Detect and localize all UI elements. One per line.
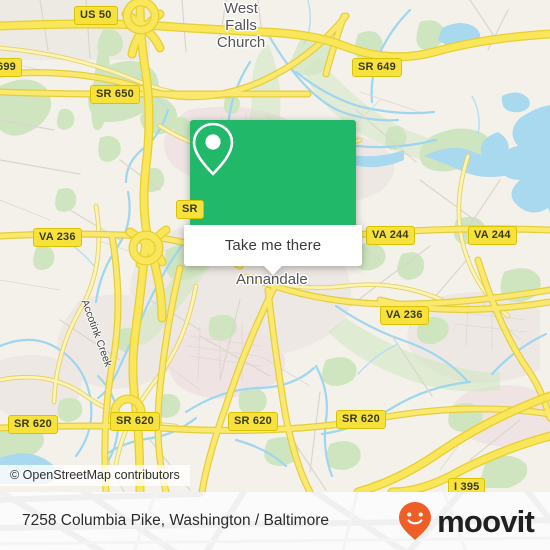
- card-header: [190, 120, 356, 225]
- shield-va-244-east[interactable]: VA 244: [468, 226, 517, 245]
- city-label-west-falls-church: West Falls Church: [216, 0, 266, 51]
- moovit-pin-smiley-icon: [399, 502, 432, 540]
- moovit-logo[interactable]: moovit: [398, 501, 535, 541]
- shield-va-236-east[interactable]: VA 236: [380, 306, 429, 325]
- map-screen: .wtr { fill:#a9d9ee; stroke:none; } .str…: [0, 0, 550, 550]
- osm-attribution[interactable]: © OpenStreetMap contributors: [0, 465, 190, 486]
- take-me-there-label: Take me there: [224, 237, 322, 254]
- map-canvas[interactable]: .wtr { fill:#a9d9ee; stroke:none; } .str…: [0, 0, 550, 492]
- take-me-there-card[interactable]: Take me there: [184, 120, 362, 275]
- card-footer[interactable]: Take me there: [184, 225, 362, 275]
- shield-sr-649[interactable]: SR 649: [352, 58, 402, 77]
- shield-sr-699[interactable]: 699: [0, 58, 22, 77]
- card-pointer: [264, 266, 282, 275]
- shield-sr-650[interactable]: SR 650: [90, 85, 140, 104]
- shield-va-236-west[interactable]: VA 236: [33, 228, 82, 247]
- shield-us-50[interactable]: US 50: [74, 6, 118, 25]
- bottom-bar: 7258 Columbia Pike, Washington / Baltimo…: [0, 492, 550, 550]
- shield-sr-620-c[interactable]: SR 620: [228, 412, 278, 431]
- map-pin-icon: [192, 122, 234, 176]
- shield-va-244-west[interactable]: VA 244: [366, 226, 415, 245]
- shield-hidden-left[interactable]: SR: [176, 200, 204, 219]
- address-text: 7258 Columbia Pike, Washington / Baltimo…: [22, 512, 329, 529]
- shield-sr-620-a[interactable]: SR 620: [8, 415, 58, 434]
- moovit-wordmark: moovit: [437, 503, 535, 539]
- shield-i-395[interactable]: I 395: [448, 478, 486, 492]
- shield-sr-620-d[interactable]: SR 620: [336, 410, 386, 429]
- shield-sr-620-b[interactable]: SR 620: [110, 412, 160, 431]
